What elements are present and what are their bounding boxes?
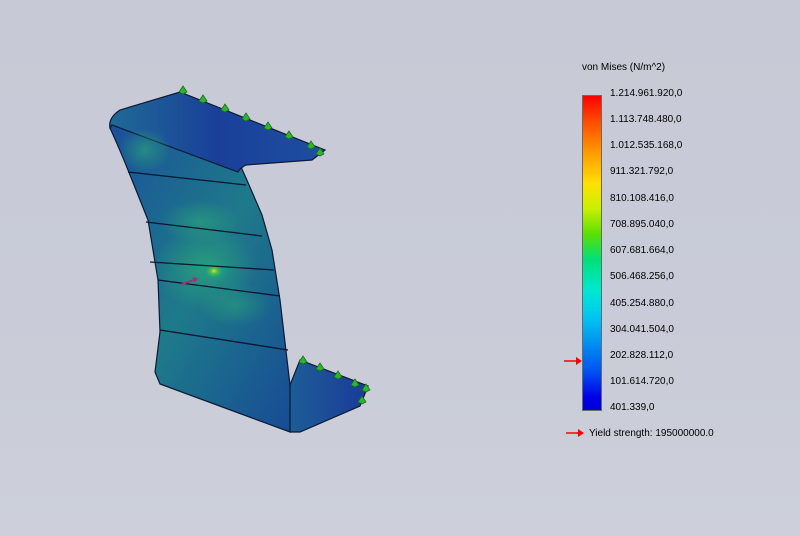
bracket-part[interactable] [109,91,369,433]
bottom-flange [289,359,369,433]
model-viewport[interactable] [0,0,800,536]
stress-hotspot [200,260,228,282]
